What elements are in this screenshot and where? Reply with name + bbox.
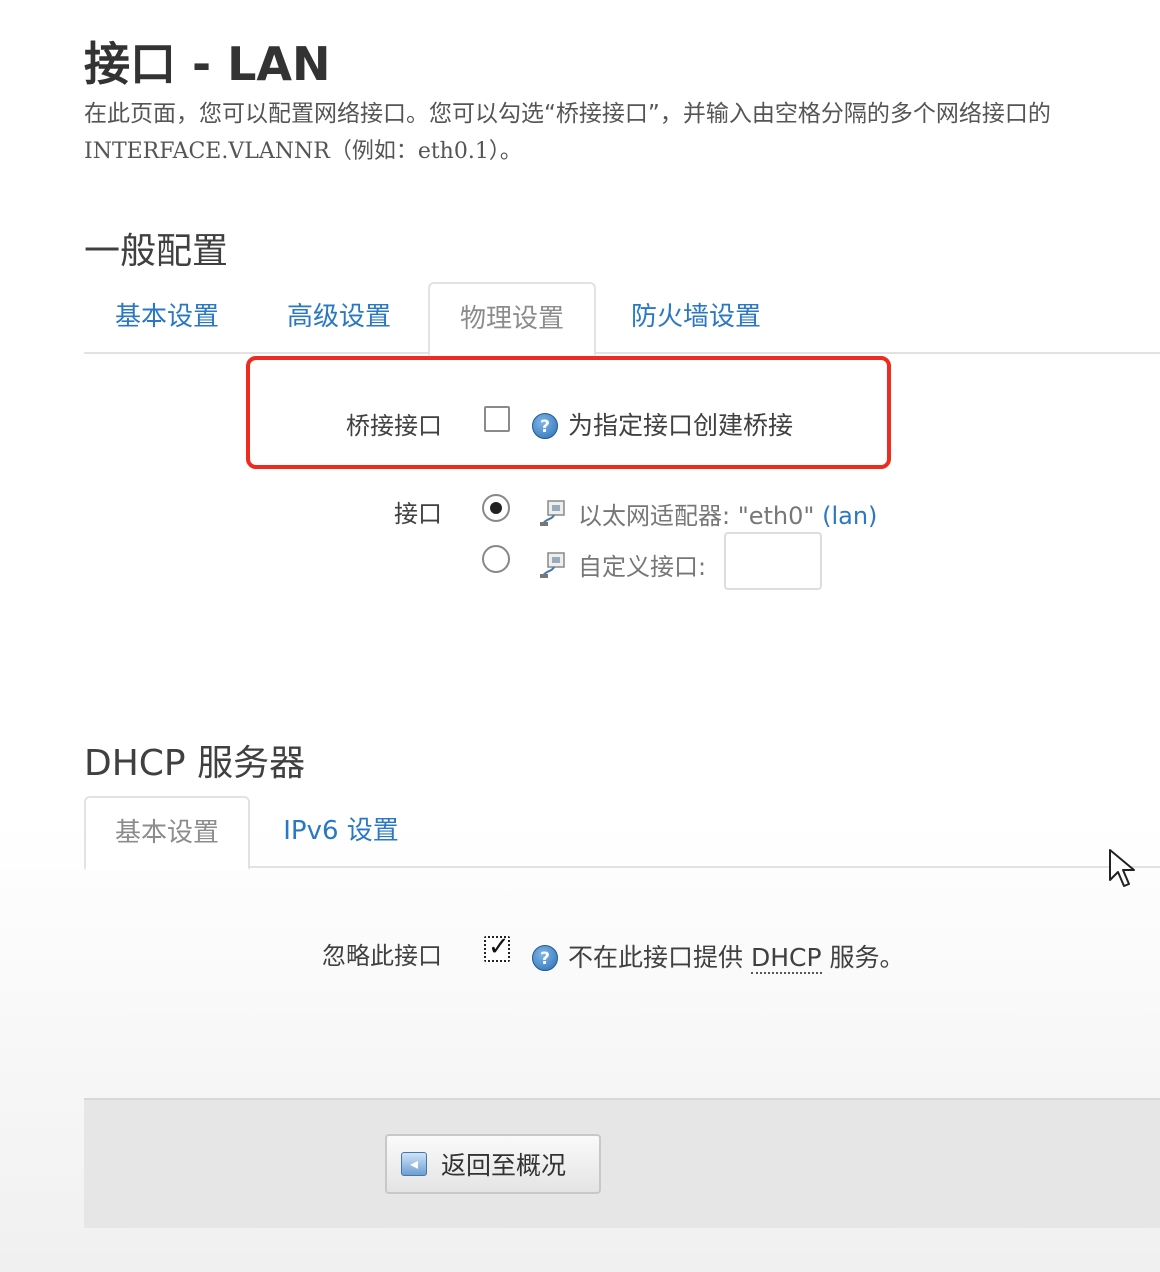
back-arrow-icon: ◂ [401,1152,427,1176]
tab-dhcp-basic-settings[interactable]: 基本设置 [84,796,250,870]
mouse-cursor-icon [1109,849,1135,887]
custom-interface-input[interactable] [724,532,822,590]
tab-advanced-settings[interactable]: 高级设置 [256,282,422,354]
ignore-interface-label: 忽略此接口 [322,942,442,970]
dhcp-tabs: 基本设置 IPv6 设置 [84,796,1160,870]
description-line-2: INTERFACE.VLANNR（例如：eth0.1）。 [84,139,522,164]
tab-basic-settings[interactable]: 基本设置 [84,282,250,354]
back-to-overview-button[interactable]: ◂ 返回至概况 [385,1134,601,1194]
ignore-interface-checkbox[interactable]: ✓ [484,932,510,962]
tab-physical-settings[interactable]: 物理设置 [428,282,596,356]
footer-bar [84,1098,1160,1228]
interface-label: 接口 [394,500,442,528]
ignore-hint-suffix: 服务。 [829,943,905,972]
interface-eth0-option: 以太网适配器: "eth0" (lan) [578,496,877,531]
help-icon: ? [532,945,558,971]
general-section-title: 一般配置 [84,231,229,272]
highlight-box [246,356,891,469]
interface-custom-label: 自定义接口: [578,553,707,581]
back-button-label: 返回至概况 [441,1151,567,1180]
tab-ipv6-settings[interactable]: IPv6 设置 [256,796,426,868]
dhcp-abbr: DHCP [750,943,822,974]
ignore-hint-prefix: 不在此接口提供 [568,943,744,972]
description-line-1: 在此页面，您可以配置网络接口。您可以勾选“桥接接口”，并输入由空格分隔的多个网络… [84,101,1051,127]
dhcp-section-title: DHCP 服务器 [84,743,306,784]
checkmark-icon: ✓ [488,932,510,962]
general-tabs: 基本设置 高级设置 物理设置 防火墙设置 [84,282,1160,356]
interface-eth0-network[interactable]: (lan) [822,502,877,530]
page-title: 接口 - LAN [84,37,331,91]
ignore-hint: 不在此接口提供 DHCP 服务。 [568,938,905,974]
page-description: 在此页面，您可以配置网络接口。您可以勾选“桥接接口”，并输入由空格分隔的多个网络… [84,96,1160,170]
ethernet-adapter-icon [540,552,565,578]
interface-radio-custom[interactable] [482,545,510,573]
ethernet-adapter-icon [540,500,565,526]
tab-firewall-settings[interactable]: 防火墙设置 [606,282,786,354]
interface-eth0-text: 以太网适配器: "eth0" [578,502,815,530]
interface-radio-eth0[interactable] [482,494,510,522]
